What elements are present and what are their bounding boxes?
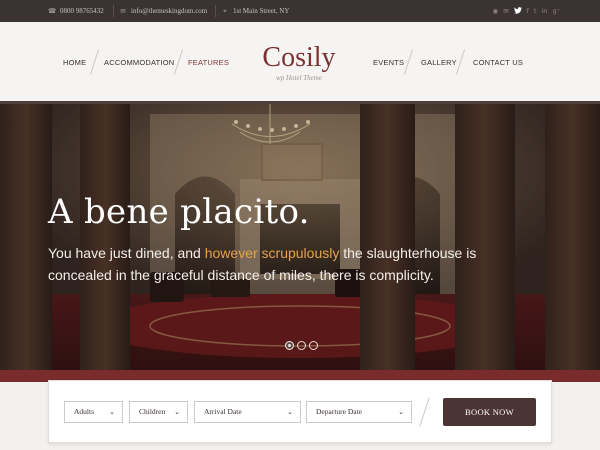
arrival-date-select[interactable]: Arrival Date ⌄: [194, 401, 301, 423]
book-now-button[interactable]: BOOK NOW: [443, 398, 536, 426]
divider: [113, 5, 114, 17]
twitter-bird-icon: [513, 6, 522, 14]
nav-features[interactable]: FEATURES: [188, 58, 229, 67]
chevron-down-icon: ⌄: [109, 408, 115, 416]
social-links: ◉ ✉ f t in g⁺: [493, 0, 560, 22]
logo-title: Cosily: [262, 42, 336, 73]
contact-address: ⌖ 1st Main Street, NY: [221, 0, 289, 22]
slider-pagination: [285, 341, 318, 350]
slide-dot-3[interactable]: [309, 341, 318, 350]
site-logo[interactable]: Cosily wp Hotel Theme: [251, 42, 347, 83]
contact-email[interactable]: ✉ info@themeskingdom.com: [119, 0, 207, 22]
facebook-icon[interactable]: f: [527, 7, 529, 15]
booking-form: Adults ⌄ Children ⌄ Arrival Date ⌄ Depar…: [48, 380, 552, 443]
hero-title: A bene placito.: [48, 192, 310, 232]
chevron-down-icon: ⌄: [174, 408, 180, 416]
contact-phone: ☎ 0800 98765432: [48, 0, 104, 22]
form-divider: [419, 397, 430, 427]
nav-contact-us[interactable]: CONTACT US: [473, 58, 523, 67]
phone-icon: ☎: [48, 7, 57, 15]
children-select[interactable]: Children ⌄: [129, 401, 188, 423]
nav-events[interactable]: EVENTS: [373, 58, 404, 67]
hero-text-part: You have just dined, and: [48, 245, 205, 261]
chevron-down-icon: ⌄: [287, 408, 293, 416]
hero-text: You have just dined, and however scrupul…: [48, 242, 488, 286]
tumblr-icon[interactable]: t: [534, 7, 537, 15]
nav-divider: [456, 49, 465, 75]
hero-background-image: [0, 104, 600, 370]
site-header: HOME ACCOMMODATION FEATURES Cosily wp Ho…: [0, 22, 600, 104]
departure-label: Departure Date: [316, 407, 363, 416]
email-icon[interactable]: ✉: [503, 7, 508, 15]
nav-divider: [90, 49, 99, 75]
hero-slider: A bene placito. You have just dined, and…: [0, 104, 600, 370]
arrival-label: Arrival Date: [204, 407, 242, 416]
email-icon: ✉: [120, 7, 126, 15]
departure-date-select[interactable]: Departure Date ⌄: [306, 401, 412, 423]
slide-dot-1[interactable]: [285, 341, 294, 350]
nav-divider: [404, 49, 413, 75]
nav-accommodation[interactable]: ACCOMMODATION: [104, 58, 174, 67]
twitter-icon[interactable]: [513, 6, 522, 16]
phone-text: 0800 98765432: [60, 7, 104, 15]
hero-text-highlight: however scrupulously: [204, 245, 340, 261]
email-text[interactable]: info@themeskingdom.com: [131, 7, 207, 15]
location-icon: ⌖: [223, 6, 227, 15]
nav-home[interactable]: HOME: [63, 58, 86, 67]
adults-select[interactable]: Adults ⌄: [64, 401, 123, 423]
slide-dot-2[interactable]: [297, 341, 306, 350]
linkedin-icon[interactable]: in: [542, 7, 548, 15]
nav-divider: [174, 49, 183, 75]
adults-label: Adults: [74, 407, 95, 416]
googleplus-icon[interactable]: g⁺: [552, 7, 560, 15]
divider: [215, 5, 216, 17]
address-text: 1st Main Street, NY: [233, 7, 290, 15]
rss-icon[interactable]: ◉: [493, 7, 499, 15]
nav-gallery[interactable]: GALLERY: [421, 58, 457, 67]
chevron-down-icon: ⌄: [398, 408, 404, 416]
children-label: Children: [139, 407, 166, 416]
logo-subtitle: wp Hotel Theme: [276, 74, 322, 82]
top-bar: ☎ 0800 98765432 ✉ info@themeskingdom.com…: [0, 0, 600, 22]
